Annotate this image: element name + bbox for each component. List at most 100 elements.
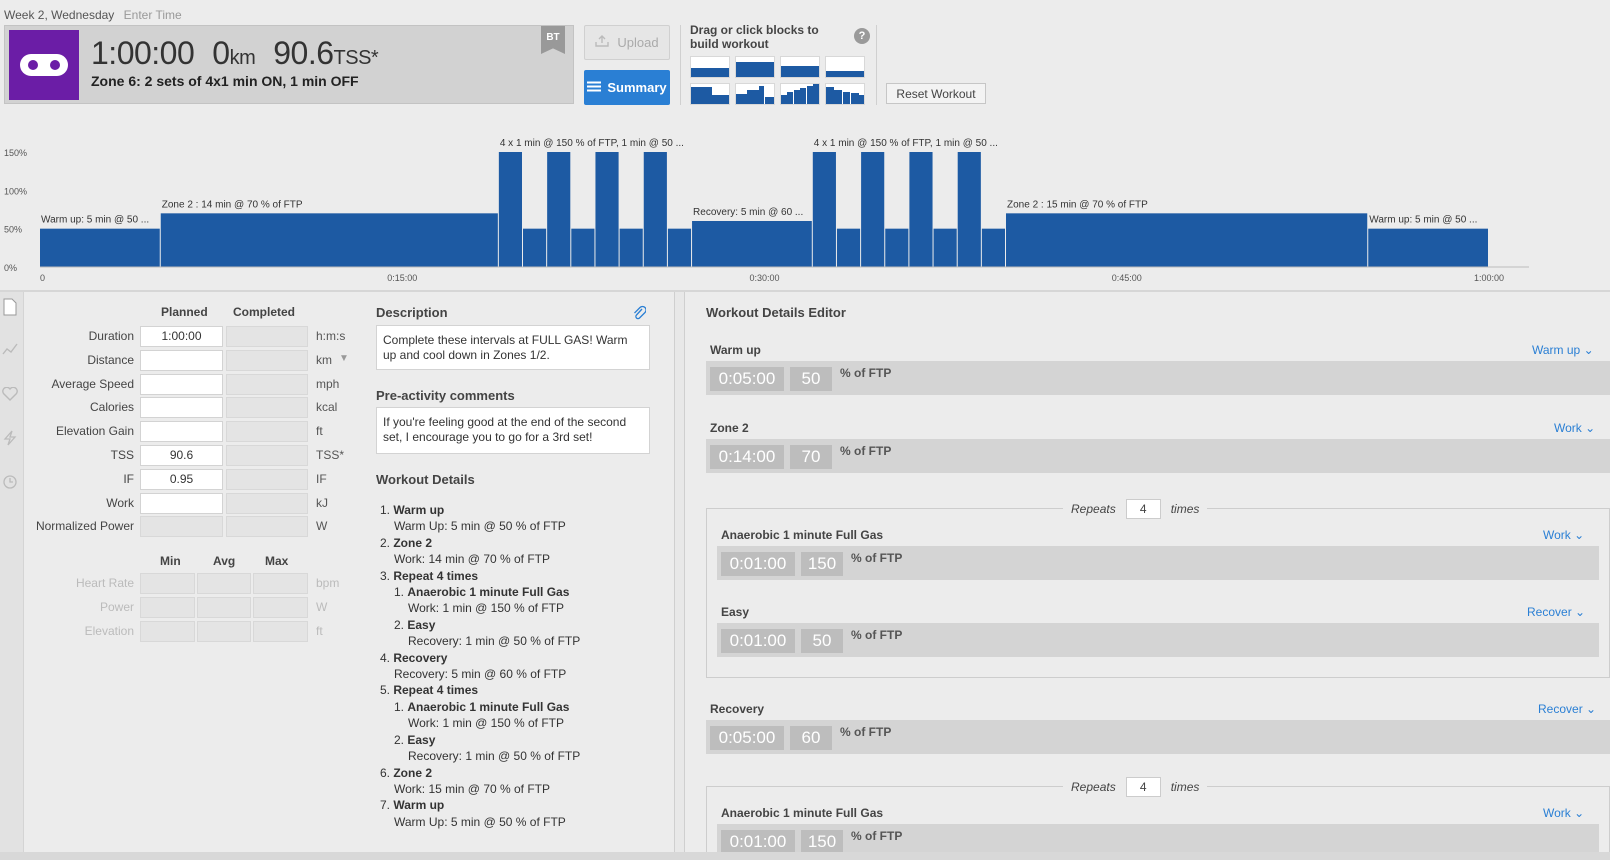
workout-profile-svg[interactable]: 150% 100% 50% 0% 0 0:15:00 0:30:00 0:45:00 1:00:… — [0, 130, 1610, 290]
planned-input[interactable] — [140, 397, 223, 419]
unit-dropdown-icon[interactable]: ▼ — [339, 353, 349, 364]
workout-block-tile[interactable] — [780, 83, 820, 105]
workout-profile-chart[interactable]: 150% 100% 50% 0% 0 0:15:00 0:30:00 0:45:00 1:00:… — [0, 130, 1610, 290]
step-intensity-input[interactable]: 150 — [801, 830, 843, 852]
pre-activity-textbox[interactable]: If you're feeling good at the end of the… — [376, 407, 650, 454]
paperclip-icon[interactable] — [632, 305, 647, 326]
planned-input[interactable]: 90.6 — [140, 445, 223, 466]
summary-button[interactable]: Summary — [584, 70, 670, 105]
chart-bar[interactable] — [498, 152, 522, 267]
chart-bar[interactable] — [812, 152, 836, 267]
step-intensity-input[interactable]: 150 — [801, 552, 843, 576]
workout-block-tile[interactable] — [735, 56, 775, 78]
step-name[interactable]: Easy — [721, 605, 749, 619]
planned-input[interactable] — [140, 373, 223, 395]
planned-input[interactable] — [140, 516, 223, 538]
summary-row-unit[interactable]: km — [316, 353, 332, 367]
workout-block-tile[interactable] — [825, 83, 865, 105]
repeat-count-input[interactable]: 4 — [1125, 499, 1161, 519]
chart-bar[interactable] — [836, 228, 861, 267]
chart-bar[interactable] — [885, 228, 909, 267]
reset-workout-button[interactable]: Reset Workout — [886, 83, 986, 104]
chart-bar[interactable] — [160, 213, 498, 267]
summary-row-label: Elevation Gain — [55, 424, 134, 439]
step-type-dropdown[interactable]: Work ⌄ — [1543, 528, 1584, 542]
completed-input[interactable] — [226, 349, 308, 371]
chart-bar[interactable] — [643, 152, 667, 267]
step-name[interactable]: Zone 2 — [710, 421, 749, 435]
workout-block-tile[interactable] — [690, 83, 730, 105]
help-icon[interactable]: ? — [854, 28, 870, 44]
enter-time-link[interactable]: Enter Time — [124, 8, 182, 22]
step-duration-input[interactable]: 0:01:00 — [721, 629, 795, 653]
step-duration-input[interactable]: 0:05:00 — [710, 367, 784, 391]
chart-bar[interactable] — [1368, 228, 1488, 267]
workout-title[interactable]: Zone 6: 2 sets of 4x1 min ON, 1 min OFF — [91, 73, 359, 89]
step-duration-input[interactable]: 0:14:00 — [710, 445, 784, 469]
completed-input[interactable] — [226, 468, 308, 490]
step-name[interactable]: Anaerobic 1 minute Full Gas — [721, 806, 883, 820]
bike-chain-icon[interactable] — [9, 30, 79, 100]
chart-bar[interactable] — [523, 228, 547, 267]
document-icon[interactable] — [2, 298, 18, 316]
step-name[interactable]: Warm up — [710, 343, 761, 357]
pct-ftp-label: % of FTP — [840, 366, 892, 380]
description-textbox[interactable]: Complete these intervals at FULL GAS! Wa… — [376, 325, 650, 370]
step-name[interactable]: Anaerobic 1 minute Full Gas — [721, 528, 883, 542]
summary-row-label: Normalized Power — [35, 519, 134, 534]
block-tile-bar — [711, 95, 729, 104]
chart-bar[interactable] — [981, 228, 1005, 267]
step-duration-input[interactable]: 0:05:00 — [710, 726, 784, 750]
panel-splitter[interactable] — [674, 292, 685, 852]
upload-button[interactable]: Upload — [584, 25, 670, 60]
chart-bar[interactable] — [667, 228, 692, 267]
planned-input[interactable] — [140, 349, 223, 371]
step-intensity-input[interactable]: 70 — [790, 445, 832, 469]
clock-icon[interactable] — [2, 475, 18, 491]
completed-input[interactable] — [226, 445, 308, 466]
step-duration-input[interactable]: 0:01:00 — [721, 552, 795, 576]
workout-block-tile[interactable] — [735, 83, 775, 105]
chart-bar[interactable] — [692, 221, 812, 267]
step-duration-input[interactable]: 0:01:00 — [721, 830, 795, 852]
bt-badge[interactable]: BT — [541, 26, 565, 54]
heart-icon[interactable] — [2, 386, 18, 403]
graph-icon[interactable] — [2, 342, 18, 358]
chart-bar[interactable] — [595, 152, 619, 267]
chart-bar[interactable] — [933, 228, 957, 267]
repeat-count-input[interactable]: 4 — [1125, 777, 1161, 797]
completed-input[interactable] — [226, 326, 308, 347]
step-type-dropdown[interactable]: Warm up ⌄ — [1532, 343, 1594, 357]
planned-input[interactable]: 1:00:00 — [140, 326, 223, 347]
chart-bar[interactable] — [571, 228, 595, 267]
completed-input[interactable] — [226, 421, 308, 443]
chart-bar[interactable] — [909, 152, 933, 267]
chart-bar[interactable] — [957, 152, 981, 267]
workout-block-tile[interactable] — [690, 56, 730, 78]
chart-bar[interactable] — [1006, 213, 1368, 267]
planned-input[interactable] — [140, 421, 223, 443]
step-type-dropdown[interactable]: Work ⌄ — [1543, 806, 1584, 820]
list-number: 1. — [380, 503, 394, 517]
lightning-icon[interactable] — [2, 430, 18, 446]
step-intensity-input[interactable]: 60 — [790, 726, 832, 750]
workout-block-tile[interactable] — [780, 56, 820, 78]
step-intensity-input[interactable]: 50 — [801, 629, 843, 653]
completed-input[interactable] — [226, 397, 308, 419]
chart-bar[interactable] — [40, 228, 160, 267]
workout-block-tile[interactable] — [825, 56, 865, 78]
workout-details-editor: Workout Details Editor Warm up Warm up ⌄… — [686, 292, 1610, 852]
planned-input[interactable]: 0.95 — [140, 468, 223, 490]
planned-input[interactable] — [140, 492, 223, 514]
completed-input[interactable] — [226, 373, 308, 395]
step-intensity-input[interactable]: 50 — [790, 367, 832, 391]
step-type-dropdown[interactable]: Recover ⌄ — [1538, 702, 1596, 716]
step-type-dropdown[interactable]: Work ⌄ — [1554, 421, 1595, 435]
completed-input[interactable] — [226, 516, 308, 538]
chart-bar[interactable] — [861, 152, 885, 267]
step-name[interactable]: Recovery — [710, 702, 764, 716]
chart-bar[interactable] — [619, 228, 643, 267]
chart-bar[interactable] — [547, 152, 571, 267]
step-type-dropdown[interactable]: Recover ⌄ — [1527, 605, 1585, 619]
completed-input[interactable] — [226, 492, 308, 514]
